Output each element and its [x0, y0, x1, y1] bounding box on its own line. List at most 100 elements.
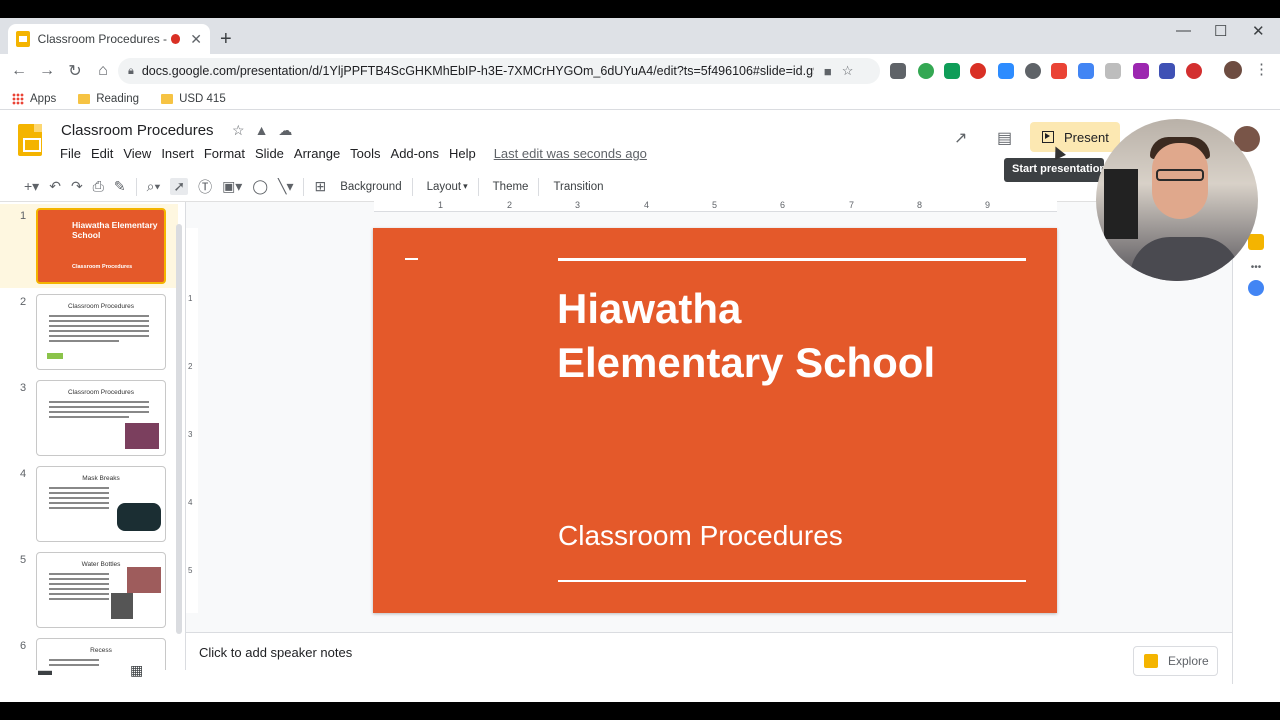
slide-thumbnail[interactable]: Water Bottles	[36, 552, 166, 628]
slide-title[interactable]: Hiawatha Elementary School	[557, 282, 1037, 390]
line-icon[interactable]: ╲▾	[278, 178, 293, 195]
minimize-icon[interactable]: —	[1176, 22, 1191, 39]
shape-icon[interactable]: ◯	[252, 178, 268, 195]
new-slide-icon[interactable]: +▾	[24, 178, 39, 195]
ruler-mark: 7	[849, 200, 855, 210]
present-tooltip: Start presentation (Ctrl+F5)	[1004, 158, 1104, 182]
extension-icon-3[interactable]	[944, 63, 960, 79]
activity-trend-icon[interactable]: ↗	[954, 128, 967, 148]
extension-icon-9[interactable]	[1105, 63, 1121, 79]
bookmark-apps[interactable]: Apps	[12, 92, 57, 105]
transition-button[interactable]: Transition	[553, 181, 603, 193]
undo-icon[interactable]: ↶	[49, 178, 61, 195]
paint-format-icon[interactable]: ✎	[114, 178, 126, 195]
address-bar[interactable]: 🔒︎ docs.google.com/presentation/d/1YljPP…	[118, 58, 880, 84]
filmstrip-scrollbar[interactable]	[176, 224, 182, 634]
bookmark-usd415[interactable]: USD 415	[161, 93, 226, 105]
slide-thumbnail[interactable]: Classroom Procedures	[36, 380, 166, 456]
extension-icon-10[interactable]	[1133, 63, 1149, 79]
explore-label: Explore	[1168, 654, 1209, 668]
select-tool-icon[interactable]: ➚	[170, 178, 189, 195]
image-icon[interactable]: ▣▾	[222, 178, 242, 195]
more-apps-icon[interactable]: •••	[1248, 262, 1264, 278]
filmstrip-row[interactable]: 4 Mask Breaks	[0, 462, 178, 546]
bookmark-reading[interactable]: Reading	[78, 93, 139, 105]
close-window-icon[interactable]: ✕	[1252, 22, 1265, 40]
screen: Classroom Procedures - Goo ✕ + — ☐ ✕ ← →…	[0, 18, 1280, 702]
new-tab-icon[interactable]: +	[220, 28, 232, 51]
slides-logo-icon[interactable]	[18, 124, 42, 156]
forward-icon[interactable]: →	[34, 62, 60, 80]
bookmark-label: Apps	[30, 92, 57, 105]
menu-edit[interactable]: Edit	[91, 146, 113, 161]
extension-icon-7[interactable]	[1051, 63, 1067, 79]
power-icon[interactable]	[1025, 63, 1041, 79]
menu-bar: File Edit View Insert Format Slide Arran…	[60, 146, 657, 161]
speaker-notes[interactable]: Click to add speaker notes	[186, 632, 1232, 684]
background-button[interactable]: Background	[340, 181, 401, 193]
menu-slide[interactable]: Slide	[255, 146, 284, 161]
explore-button[interactable]: Explore	[1133, 646, 1218, 676]
menu-insert[interactable]: Insert	[161, 146, 194, 161]
profile-avatar[interactable]	[1224, 61, 1242, 79]
reload-icon[interactable]: ↻	[62, 61, 88, 81]
slide-title-line1: Hiawatha	[557, 285, 742, 332]
filmstrip-row[interactable]: 5 Water Bottles	[0, 548, 178, 632]
extension-icon-2[interactable]	[918, 63, 934, 79]
ruler-mark: 4	[644, 200, 650, 210]
extension-icon-12[interactable]	[1186, 63, 1202, 79]
slide-subtitle[interactable]: Classroom Procedures	[558, 520, 843, 552]
slide-thumbnail[interactable]: Recess	[36, 638, 166, 670]
redo-icon[interactable]: ↷	[71, 178, 83, 195]
menu-format[interactable]: Format	[204, 146, 245, 161]
star-icon[interactable]: ☆	[232, 122, 245, 139]
last-edit-link[interactable]: Last edit was seconds ago	[494, 146, 647, 161]
menu-view[interactable]: View	[123, 146, 151, 161]
document-title[interactable]: Classroom Procedures	[61, 122, 214, 139]
slide-thumbnail[interactable]: Hiawatha Elementary School Classroom Pro…	[36, 208, 166, 284]
layout-button[interactable]: Layout	[427, 181, 462, 193]
home-icon[interactable]: ⌂	[90, 62, 116, 80]
filmstrip-row[interactable]: 2 Classroom Procedures	[0, 290, 178, 374]
menu-tools[interactable]: Tools	[350, 146, 380, 161]
menu-arrange[interactable]: Arrange	[294, 146, 340, 161]
tasks-icon[interactable]	[1248, 280, 1264, 296]
layout-dropdown-icon[interactable]: ▾	[463, 181, 468, 192]
comments-icon[interactable]: ▤	[997, 128, 1012, 148]
move-to-drive-icon[interactable]: ▲	[255, 122, 269, 139]
filmstrip-row[interactable]: 3 Classroom Procedures	[0, 376, 178, 460]
close-tab-icon[interactable]: ✕	[190, 31, 202, 48]
camera-icon[interactable]: ■	[824, 64, 832, 79]
zoom-icon[interactable]: ⌕▾	[147, 178, 161, 195]
add-comment-icon[interactable]: ⊞	[314, 178, 326, 195]
back-icon[interactable]: ←	[6, 62, 32, 80]
keep-icon[interactable]	[1248, 234, 1264, 250]
zoom-icon[interactable]	[998, 63, 1014, 79]
browser-tab[interactable]: Classroom Procedures - Goo ✕	[8, 24, 210, 54]
folder-icon	[78, 93, 91, 104]
translate-icon[interactable]	[1078, 63, 1094, 79]
filmstrip-row[interactable]: 6 Recess	[0, 634, 178, 670]
thumb-body	[49, 659, 99, 669]
extension-icon-11[interactable]	[1159, 63, 1175, 79]
present-button[interactable]: Present	[1030, 122, 1120, 152]
current-slide[interactable]: Hiawatha Elementary School Classroom Pro…	[373, 228, 1057, 613]
grid-view-icon[interactable]: ▦	[130, 662, 143, 679]
filmstrip-row[interactable]: 1 Hiawatha Elementary School Classroom P…	[0, 204, 178, 288]
slide-thumbnail[interactable]: Classroom Procedures	[36, 294, 166, 370]
bookmark-star-icon[interactable]: ☆	[842, 63, 854, 79]
extension-icon-1[interactable]	[890, 63, 906, 79]
menu-file[interactable]: File	[60, 146, 81, 161]
side-panel	[1232, 184, 1280, 684]
theme-button[interactable]: Theme	[493, 181, 529, 193]
adblock-icon[interactable]	[970, 63, 986, 79]
filmstrip-view-icon[interactable]: ▬	[38, 662, 52, 678]
text-box-icon[interactable]: Ⓣ	[198, 177, 212, 197]
menu-help[interactable]: Help	[449, 146, 476, 161]
print-icon[interactable]: ⎙	[93, 178, 104, 195]
browser-menu-icon[interactable]: ⋮	[1254, 60, 1269, 78]
cloud-saved-icon[interactable]: ☁	[278, 122, 292, 139]
menu-addons[interactable]: Add-ons	[391, 146, 439, 161]
maximize-icon[interactable]: ☐	[1214, 22, 1227, 40]
slide-thumbnail[interactable]: Mask Breaks	[36, 466, 166, 542]
